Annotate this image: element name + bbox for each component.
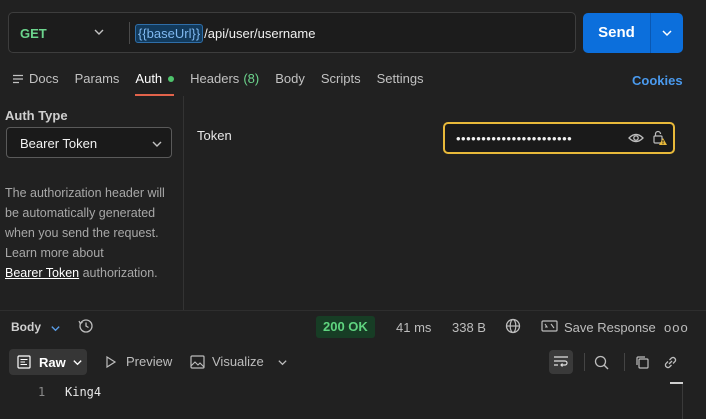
more-options-button[interactable]: ooo — [664, 320, 689, 335]
status-badge: 200 OK — [316, 316, 375, 338]
auth-active-indicator — [168, 75, 175, 82]
search-icon[interactable] — [594, 355, 609, 370]
token-label: Token — [197, 128, 232, 143]
raw-icon — [17, 355, 31, 369]
save-icon[interactable] — [541, 319, 558, 333]
url-path: /api/user/username — [204, 25, 316, 41]
bearer-token-link[interactable]: Bearer Token — [5, 266, 79, 280]
visualize-button[interactable]: Visualize — [190, 354, 264, 369]
send-options-button[interactable] — [651, 13, 683, 53]
eye-icon[interactable] — [628, 132, 644, 144]
save-response-button[interactable]: Save Response — [564, 320, 656, 335]
toolbar-divider — [584, 353, 585, 371]
chevron-down-icon — [152, 141, 162, 147]
tab-docs-label: Docs — [29, 71, 59, 86]
chevron-down-icon — [73, 359, 82, 365]
visualize-label: Visualize — [212, 354, 264, 369]
url-input[interactable]: {{baseUrl}}/api/user/username — [135, 22, 315, 44]
url-divider — [129, 22, 130, 44]
tab-auth[interactable]: Auth — [135, 70, 175, 96]
auth-description-text: The authorization header will be automat… — [5, 186, 165, 260]
lock-warning-icon[interactable] — [652, 130, 668, 146]
send-button-group: Send — [583, 13, 683, 53]
auth-type-label: Auth Type — [5, 108, 68, 123]
auth-type-panel: Auth Type Bearer Token The authorization… — [0, 96, 184, 310]
token-masked-value: ••••••••••••••••••••••• — [456, 131, 573, 146]
globe-icon[interactable] — [505, 318, 521, 334]
chevron-down-icon[interactable] — [50, 323, 61, 334]
response-divider — [0, 310, 706, 311]
wrap-icon — [554, 356, 568, 367]
tab-body-label: Body — [275, 71, 305, 86]
token-input[interactable]: ••••••••••••••••••••••• — [443, 122, 675, 154]
tab-body[interactable]: Body — [275, 70, 305, 87]
preview-label: Preview — [126, 354, 173, 369]
tab-headers[interactable]: Headers (8) — [190, 70, 259, 87]
tab-params[interactable]: Params — [75, 70, 120, 87]
response-body-label[interactable]: Body — [11, 320, 41, 334]
cookies-link[interactable]: Cookies — [632, 73, 683, 88]
tab-scripts-label: Scripts — [320, 71, 361, 86]
tab-settings-label: Settings — [376, 71, 424, 86]
response-time[interactable]: 41 ms — [396, 320, 431, 335]
auth-description: The authorization header will be automat… — [5, 183, 180, 283]
tab-scripts[interactable]: Scripts — [321, 70, 361, 87]
line-number: 1 — [38, 385, 46, 399]
send-button[interactable]: Send — [583, 13, 650, 53]
docs-icon — [13, 74, 23, 83]
format-select[interactable]: Raw — [9, 349, 87, 375]
preview-button[interactable]: Preview — [104, 354, 172, 369]
tab-auth-label: Auth — [135, 71, 163, 86]
play-icon — [106, 355, 117, 368]
headers-count: (8) — [243, 71, 260, 86]
chevron-down-icon[interactable] — [277, 357, 288, 368]
auth-type-select[interactable]: Bearer Token — [6, 127, 172, 158]
tab-settings[interactable]: Settings — [377, 70, 424, 87]
url-variable[interactable]: {{baseUrl}} — [135, 23, 204, 43]
code-line: King4 — [65, 385, 102, 399]
request-tabs: Docs Params Auth Headers (8) Body Script… — [12, 70, 440, 96]
auth-description-suffix: authorization. — [82, 266, 158, 280]
tab-headers-label: Headers — [190, 71, 240, 86]
response-size[interactable]: 338 B — [452, 320, 486, 335]
image-icon — [190, 354, 205, 369]
tab-docs[interactable]: Docs — [12, 70, 59, 87]
word-wrap-button[interactable] — [549, 350, 573, 374]
url-bar: GET {{baseUrl}}/api/user/username — [8, 12, 576, 53]
format-label: Raw — [39, 354, 66, 370]
method-select[interactable]: GET — [9, 13, 121, 52]
link-icon[interactable] — [663, 355, 678, 370]
tab-params-label: Params — [74, 71, 120, 86]
copy-icon[interactable] — [635, 355, 650, 370]
history-icon[interactable] — [78, 318, 94, 334]
toolbar-divider — [624, 353, 625, 371]
chevron-down-icon — [662, 30, 672, 37]
auth-type-value: Bearer Token — [20, 136, 98, 151]
method-label: GET — [20, 26, 47, 41]
scrollbar[interactable] — [682, 384, 683, 419]
chevron-down-icon — [94, 29, 104, 35]
